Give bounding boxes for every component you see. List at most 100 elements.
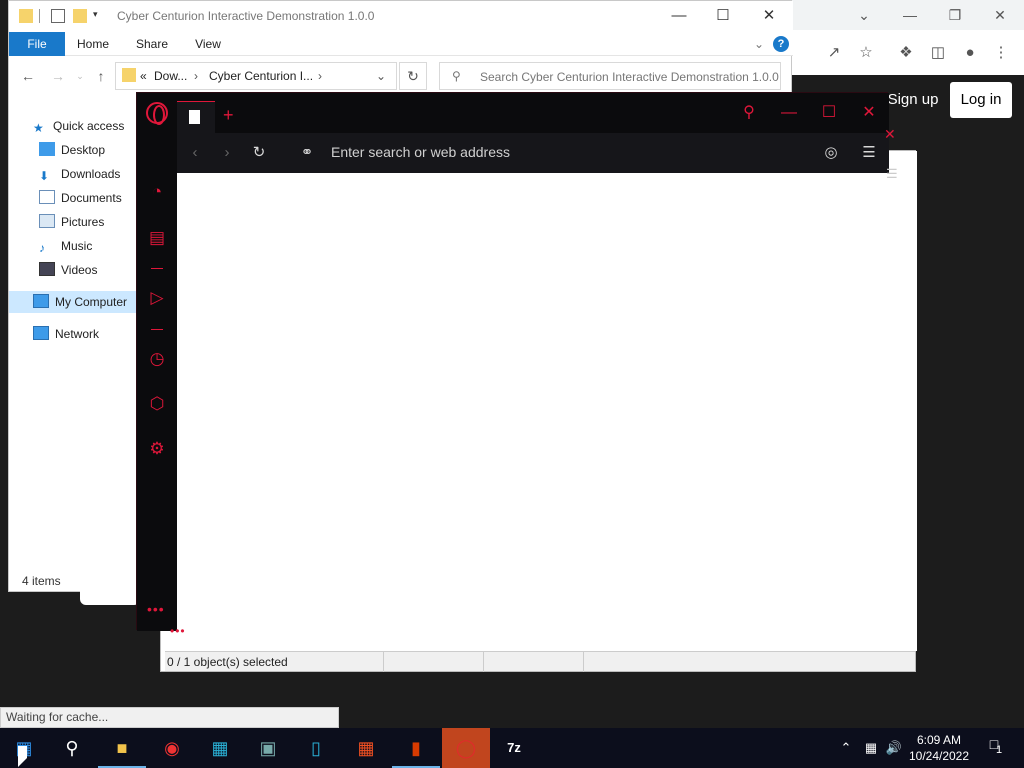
chrome-toolbar: ↗ ☆ ❖ ◫ ● ⋮ xyxy=(790,30,1024,75)
new-tab-icon[interactable]: + xyxy=(223,105,234,126)
recent-locations-icon[interactable]: ⌄ xyxy=(71,67,89,85)
speed-dial-icon[interactable]: ◔ xyxy=(145,180,169,204)
more-icon[interactable]: ••• xyxy=(147,601,165,617)
minimize-icon[interactable]: — xyxy=(659,5,699,27)
videos-icon xyxy=(39,262,55,276)
new-folder-icon[interactable] xyxy=(73,9,87,23)
chevron-down-icon[interactable]: ⌄ xyxy=(751,32,767,56)
close-icon[interactable]: ✕ xyxy=(884,126,896,143)
nav-downloads[interactable]: ⬇ Downloads xyxy=(39,163,120,185)
minimize-icon[interactable]: — xyxy=(775,101,803,125)
breadcrumb-downloads[interactable]: Dow... xyxy=(154,69,187,83)
nav-pictures[interactable]: Pictures xyxy=(39,211,104,233)
nav-documents[interactable]: Documents xyxy=(39,187,122,209)
back-icon[interactable]: ‹ xyxy=(185,143,205,163)
tab-file[interactable]: File xyxy=(9,32,65,56)
address-bar[interactable]: « Dow... › Cyber Centurion I... › ⌄ xyxy=(115,62,397,90)
history-icon[interactable]: ◷ xyxy=(145,347,169,371)
chevron-up-icon[interactable]: ⌃ xyxy=(836,728,856,768)
forward-arrow-icon[interactable]: → xyxy=(49,67,67,85)
player-icon[interactable]: ▷ xyxy=(145,286,169,310)
sidepanel-icon[interactable]: ◫ xyxy=(927,42,949,64)
extensions-icon[interactable]: ▤ xyxy=(145,226,169,250)
notification-icon[interactable]: □ 1 xyxy=(982,736,1006,760)
back-arrow-icon[interactable]: ← xyxy=(19,67,37,85)
close-icon[interactable]: ✕ xyxy=(990,6,1010,24)
archive-app-icon[interactable]: ▯ xyxy=(292,728,340,768)
address-row: ← → ⌄ ↑ « Dow... › Cyber Centurion I... … xyxy=(9,57,793,95)
login-button[interactable]: Log in xyxy=(950,82,1012,118)
store-icon[interactable]: ▦ xyxy=(342,728,390,768)
forward-icon[interactable]: › xyxy=(217,143,237,163)
download-arrow-icon: ⬇ xyxy=(39,169,50,183)
tab-view[interactable]: View xyxy=(189,32,227,56)
office-icon[interactable]: ▮ xyxy=(392,728,440,768)
nav-network[interactable]: Network xyxy=(33,323,99,345)
star-icon[interactable]: ☆ xyxy=(855,42,877,64)
more-icon[interactable]: ••• xyxy=(170,624,186,638)
tab-new[interactable] xyxy=(177,101,215,133)
reload-icon[interactable]: ↻ xyxy=(249,143,269,163)
network-tray-icon[interactable]: ▦ xyxy=(860,728,882,768)
window-title: Cyber Centurion Interactive Demonstratio… xyxy=(117,9,375,23)
extensions-icon[interactable]: ❖ xyxy=(895,42,917,64)
profile-icon[interactable]: ● xyxy=(959,42,981,64)
sevenzip-icon[interactable]: 7z xyxy=(490,728,538,768)
nav-videos[interactable]: Videos xyxy=(39,259,97,281)
opera-tabbar: + ⚲ — ☐ ✕ xyxy=(177,93,889,133)
folder-icon xyxy=(19,9,33,23)
opera-icon[interactable]: ◯ xyxy=(442,728,490,768)
clock[interactable]: 6:09 AM 10/24/2022 xyxy=(900,732,978,764)
chrome-titlebar: ⌄ — ❐ ✕ xyxy=(790,0,1024,30)
close-icon[interactable]: ✕ xyxy=(749,5,789,27)
cube-icon[interactable]: ⬡ xyxy=(145,392,169,416)
breadcrumb-overflow[interactable]: « xyxy=(140,69,147,83)
window-edge xyxy=(80,585,140,605)
nav-my-computer[interactable]: My Computer xyxy=(9,291,137,313)
chrome-icon[interactable]: ◉ xyxy=(148,728,196,768)
help-icon[interactable]: ? xyxy=(773,36,789,52)
properties-icon[interactable] xyxy=(51,9,65,23)
network-icon xyxy=(33,326,49,340)
opera-logo-icon[interactable] xyxy=(146,102,168,125)
url-input[interactable]: Enter search or web address xyxy=(331,144,510,160)
pictures-icon xyxy=(39,214,55,228)
refresh-icon[interactable]: ↻ xyxy=(399,62,427,90)
globe-icon: ⚭ xyxy=(300,144,314,161)
chevron-down-icon[interactable]: ⌄ xyxy=(854,6,874,24)
file-explorer-icon[interactable]: ■ xyxy=(98,728,146,768)
chevron-right-icon: › xyxy=(318,69,322,83)
nav-desktop[interactable]: Desktop xyxy=(39,139,105,161)
restore-icon[interactable]: ❐ xyxy=(945,6,965,24)
close-icon[interactable]: ✕ xyxy=(855,101,883,125)
menu-icon[interactable]: ⋮ xyxy=(990,42,1012,64)
nav-quick-access[interactable]: ★ Quick access xyxy=(33,115,124,137)
chevron-down-icon[interactable]: ⌄ xyxy=(376,69,386,83)
network-app-icon[interactable]: ▣ xyxy=(244,728,292,768)
nav-label: Music xyxy=(61,239,93,253)
minimize-icon[interactable]: — xyxy=(900,6,920,24)
mouse-cursor xyxy=(18,746,27,767)
easy-setup-icon[interactable]: ☰ xyxy=(859,143,879,163)
maximize-icon[interactable]: ☐ xyxy=(703,5,743,27)
menu-icon[interactable]: ☰ xyxy=(886,166,898,182)
breadcrumb-current[interactable]: Cyber Centurion I... xyxy=(209,69,313,83)
settings-gear-icon[interactable]: ⚙ xyxy=(145,437,169,461)
tab-home[interactable]: Home xyxy=(73,32,113,56)
tab-share[interactable]: Share xyxy=(131,32,173,56)
divider xyxy=(151,329,163,330)
up-arrow-icon[interactable]: ↑ xyxy=(92,67,110,85)
search-icon[interactable]: ⚲ xyxy=(735,101,763,125)
maximize-icon[interactable]: ☐ xyxy=(815,101,843,125)
divider xyxy=(383,652,384,672)
opera-page[interactable] xyxy=(177,173,889,631)
nav-music[interactable]: ♪ Music xyxy=(39,235,92,257)
share-icon[interactable]: ↗ xyxy=(823,42,845,64)
search-input[interactable]: ⚲ Search Cyber Centurion Interactive Dem… xyxy=(439,62,781,90)
building-icon[interactable]: ▦ xyxy=(196,728,244,768)
signup-link[interactable]: Sign up xyxy=(886,89,940,111)
divider xyxy=(583,652,584,672)
customize-dropdown-icon[interactable]: ▾ xyxy=(93,9,107,23)
search-icon[interactable]: ⚲ xyxy=(48,728,96,768)
camera-icon[interactable]: ◎ xyxy=(821,143,841,163)
